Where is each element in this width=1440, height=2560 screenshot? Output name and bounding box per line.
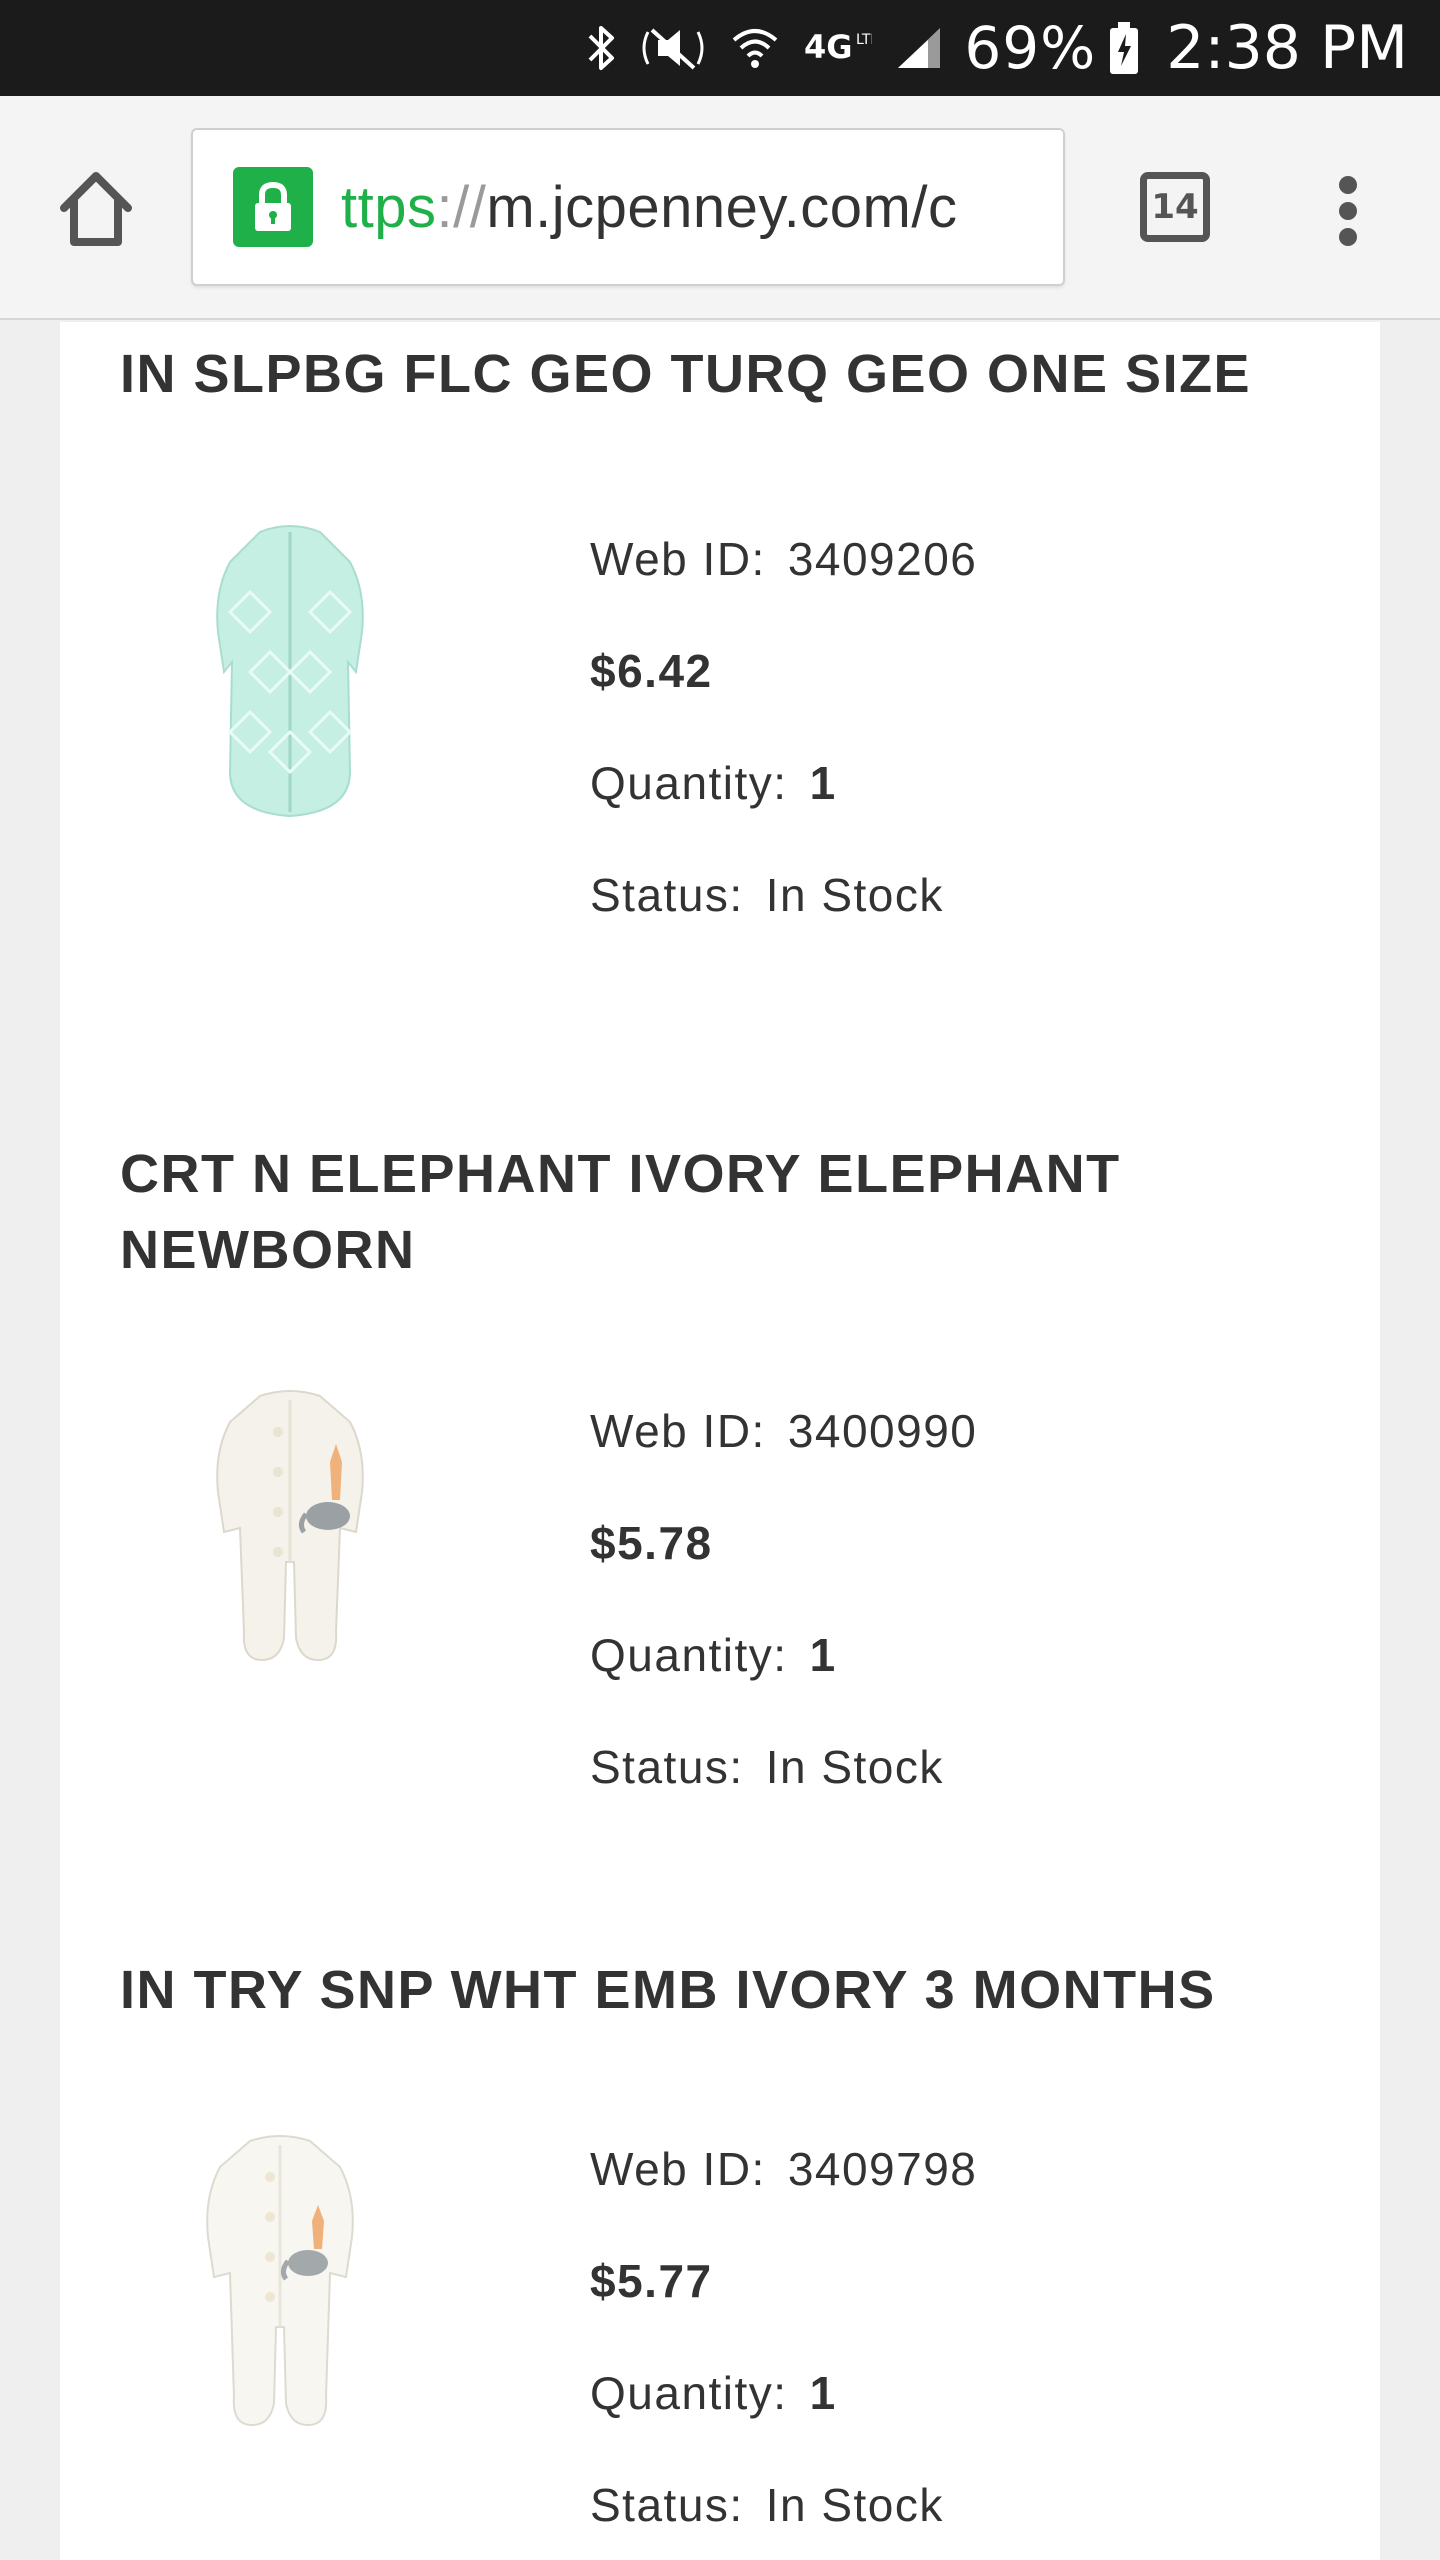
quantity-label: Quantity: [590,2367,788,2419]
lock-icon[interactable] [233,167,313,247]
svg-text:LTE: LTE [856,32,872,48]
product-image[interactable] [190,512,390,832]
web-id-label: Web ID: [590,2143,766,2195]
product-image[interactable] [190,2127,370,2447]
status-label: Status: [590,869,744,921]
more-vert-icon[interactable] [1330,176,1366,246]
url-text[interactable]: ttps://m.jcpenney.com/c [341,174,957,241]
item-title[interactable]: CRT N ELEPHANT IVORY ELEPHANT NEWBORN [120,1136,1340,1288]
battery-charging-icon [1108,20,1140,76]
url-fade [973,130,1063,284]
order-item: IN TRY SNP WHT EMB IVORY 3 MONTHS Web ID… [60,1952,1380,2560]
quantity-label: Quantity: [590,1629,788,1681]
web-id-label: Web ID: [590,533,766,585]
mute-icon [638,22,708,74]
home-button[interactable] [54,168,138,252]
web-id-value: 3400990 [787,1405,978,1457]
svg-text:4G: 4G [804,28,853,66]
wifi-icon [730,22,780,74]
tabs-count: 14 [1151,187,1199,227]
status-value: In Stock [765,1741,944,1793]
quantity-value: 1 [809,2367,837,2419]
home-icon [60,172,132,246]
status-value: In Stock [765,2479,944,2531]
item-title[interactable]: IN TRY SNP WHT EMB IVORY 3 MONTHS [120,1952,1340,2028]
signal-icon [894,22,944,74]
status-bar: 4GLTE 69% 2:38 PM [0,0,1440,96]
url-bar[interactable]: ttps://m.jcpenney.com/c [191,128,1065,286]
footed-sleeper-icon [216,1390,364,1662]
status-label: Status: [590,2479,744,2531]
status-label: Status: [590,1741,744,1793]
product-image[interactable] [200,1382,380,1682]
item-price: $5.78 [590,1517,713,1569]
quantity-value: 1 [809,757,837,809]
battery-percent: 69% [964,14,1097,82]
web-id-value: 3409206 [787,533,978,585]
tabs-button[interactable]: 14 [1140,172,1210,242]
footed-sleeper-icon [206,2135,354,2427]
quantity-value: 1 [809,1629,837,1681]
url-host: m.jcpenney.com/c [486,174,958,240]
bluetooth-icon [586,22,616,74]
4g-icon: 4GLTE [802,22,872,74]
quantity-label: Quantity: [590,757,788,809]
status-value: In Stock [765,869,944,921]
order-items-list: IN SLPBG FLC GEO TURQ GEO ONE SIZE Web I… [60,322,1380,2560]
order-item: IN SLPBG FLC GEO TURQ GEO ONE SIZE Web I… [60,322,1380,1082]
item-title[interactable]: IN SLPBG FLC GEO TURQ GEO ONE SIZE [120,336,1340,412]
web-id-label: Web ID: [590,1405,766,1457]
sleep-bag-icon [216,525,364,818]
order-item: CRT N ELEPHANT IVORY ELEPHANT NEWBORN We… [60,1082,1380,1952]
browser-toolbar: ttps://m.jcpenney.com/c 14 [0,96,1440,320]
url-scheme: ttps [341,174,437,240]
item-price: $6.42 [590,645,713,697]
web-id-value: 3409798 [787,2143,978,2195]
url-separator: :// [436,174,487,240]
item-price: $5.77 [590,2255,713,2307]
clock: 2:38 PM [1166,13,1408,83]
